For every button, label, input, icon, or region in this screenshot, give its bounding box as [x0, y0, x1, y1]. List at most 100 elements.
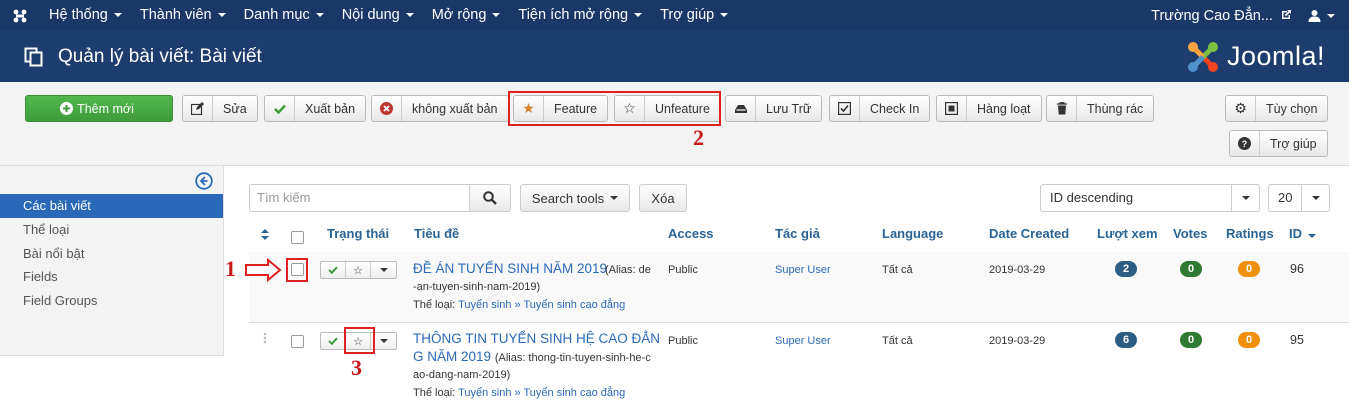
checkin-button[interactable]: Check In: [829, 95, 931, 122]
page-header: Quản lý bài viết: Bài viết Joomla!: [0, 31, 1349, 82]
author-link[interactable]: Super User: [775, 335, 831, 347]
actions-dropdown[interactable]: [371, 262, 396, 278]
chevron-down-icon: [379, 339, 388, 343]
search-button[interactable]: [469, 184, 511, 212]
article-title-link[interactable]: G NĂM 2019 (Alias: thong-tin-tuyen-sinh-…: [413, 349, 651, 364]
external-link-icon: [1282, 9, 1291, 19]
site-link[interactable]: Trường Cao Đẳn...: [1151, 8, 1292, 24]
unpublish-button[interactable]: không xuất bản: [371, 95, 509, 122]
user-icon: [1308, 10, 1321, 22]
sidebar-toggle[interactable]: [195, 172, 213, 193]
batch-icon: [945, 102, 958, 115]
options-button[interactable]: ⚙ Tùy chọn: [1225, 95, 1329, 122]
votes-badge: 0: [1180, 261, 1202, 277]
author-link[interactable]: Super User: [775, 264, 831, 276]
chevron-down-icon: [405, 13, 414, 18]
annotation-label-1: 1: [225, 256, 236, 281]
help-icon: ?: [1238, 137, 1251, 150]
date-created: 2019-03-29: [989, 335, 1046, 347]
article-alias: (Alias: thong-tin-tuyen-sinh-he-c: [494, 352, 651, 364]
column-access[interactable]: Access: [668, 226, 714, 241]
drag-handle-icon[interactable]: [263, 332, 267, 347]
joomla-brand: Joomla!: [1185, 39, 1325, 75]
archive-button[interactable]: Lưu Trữ: [725, 95, 823, 122]
article-category: Thể loại: Tuyển sinh » Tuyển sinh cao đẳ…: [413, 299, 626, 311]
sidebar-item-articles[interactable]: Các bài viết: [0, 194, 223, 218]
toolbar: Thêm mới Sửa Xuất bản không xuất bản ★ F…: [0, 82, 1349, 166]
star-empty-icon: ☆: [353, 264, 363, 277]
annotation-label-2: 2: [693, 125, 704, 150]
user-menu[interactable]: [1308, 9, 1335, 22]
column-votes[interactable]: Votes: [1173, 226, 1207, 241]
limit-select[interactable]: 20: [1268, 184, 1330, 212]
annotation-box-2: [508, 91, 721, 126]
sidebar-item-categories[interactable]: Thể loại: [0, 218, 223, 242]
menu-components[interactable]: Mở rộng: [423, 0, 510, 31]
language: Tất cả: [882, 264, 913, 276]
chevron-down-icon: [1241, 196, 1250, 200]
menu-help[interactable]: Trợ giúp: [651, 0, 737, 31]
edit-button[interactable]: Sửa: [182, 95, 258, 122]
date-created: 2019-03-29: [989, 264, 1046, 276]
edit-icon: [191, 102, 204, 115]
article-category: Thể loại: Tuyển sinh » Tuyển sinh cao đẳ…: [413, 387, 626, 399]
joomla-logo-icon[interactable]: [0, 8, 40, 24]
sort-icon[interactable]: [261, 228, 269, 243]
gear-icon: ⚙: [1234, 100, 1247, 116]
row-checkbox[interactable]: [291, 335, 304, 348]
batch-button[interactable]: Hàng loạt: [936, 95, 1042, 122]
chevron-down-icon: [379, 268, 388, 272]
category-link[interactable]: Tuyển sinh » Tuyển sinh cao đẳng: [458, 387, 625, 399]
arrow-left-circle-icon: [195, 172, 213, 190]
menu-menus[interactable]: Danh mục: [235, 0, 333, 31]
svg-text:?: ?: [1242, 139, 1248, 149]
column-hits[interactable]: Lượt xem: [1097, 226, 1158, 241]
search-input[interactable]: Tìm kiếm: [249, 184, 470, 212]
article-title-link[interactable]: THÔNG TIN TUYỂN SINH HỆ CAO ĐẲN: [413, 331, 660, 346]
column-status[interactable]: Trạng thái: [327, 226, 389, 241]
article-alias: (Alias: de: [605, 264, 651, 276]
column-author[interactable]: Tác giả: [775, 226, 820, 241]
publish-button[interactable]: Xuất bản: [264, 95, 367, 122]
article-alias: ao-dang-nam-2019): [413, 369, 511, 381]
trash-button[interactable]: Thùng rác: [1046, 95, 1155, 122]
search-icon: [483, 191, 497, 205]
annotation-label-3: 3: [351, 355, 362, 380]
menu-system[interactable]: Hệ thống: [40, 0, 131, 31]
menu-content[interactable]: Nội dung: [333, 0, 423, 31]
column-title[interactable]: Tiêu đề: [414, 226, 459, 241]
featured-toggle[interactable]: ☆: [346, 262, 371, 278]
search-tools-button[interactable]: Search tools: [520, 184, 630, 212]
chevron-down-icon: [720, 13, 729, 18]
ordering-select[interactable]: ID descending: [1040, 184, 1260, 212]
column-ratings[interactable]: Ratings: [1226, 226, 1274, 241]
publish-toggle[interactable]: [321, 333, 346, 349]
column-language[interactable]: Language: [882, 226, 943, 241]
chevron-down-icon: [634, 13, 643, 18]
chevron-down-icon: [217, 13, 226, 18]
check-icon: [328, 266, 338, 274]
chevron-down-icon: [492, 13, 501, 18]
sidebar-item-field-groups[interactable]: Field Groups: [0, 289, 223, 313]
chevron-down-icon: [113, 13, 122, 18]
chevron-down-icon: [610, 196, 619, 200]
menu-extensions[interactable]: Tiện ích mở rộng: [509, 0, 651, 31]
remove-circle-icon: [380, 102, 393, 115]
sidebar-item-fields[interactable]: Fields: [0, 265, 223, 289]
column-date[interactable]: Date Created: [989, 226, 1069, 241]
publish-toggle[interactable]: [321, 262, 346, 278]
menu-users[interactable]: Thành viên: [131, 0, 235, 31]
article-title-link[interactable]: ĐỀ ÁN TUYỂN SINH NĂM 2019: [413, 261, 607, 276]
help-button[interactable]: ? Trợ giúp: [1229, 130, 1328, 157]
check-icon: [328, 337, 338, 345]
new-button[interactable]: Thêm mới: [25, 95, 173, 122]
column-id[interactable]: ID: [1289, 226, 1316, 241]
sidebar-item-featured[interactable]: Bài nổi bật: [0, 242, 223, 266]
select-all-checkbox[interactable]: [291, 231, 304, 244]
clear-button[interactable]: Xóa: [639, 184, 687, 212]
ratings-badge: 0: [1238, 332, 1260, 348]
access-level: Public: [668, 335, 698, 347]
category-link[interactable]: Tuyển sinh » Tuyển sinh cao đẳng: [458, 299, 625, 311]
annotation-box-3: [344, 327, 375, 354]
checkbox-icon: [838, 102, 851, 115]
